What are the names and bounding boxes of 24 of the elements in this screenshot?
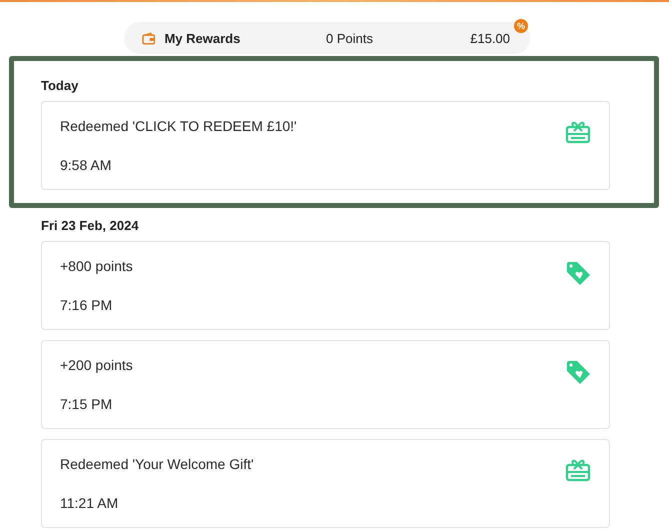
gift-card-icon [565, 458, 591, 482]
date-heading: Today [41, 78, 80, 93]
history-card[interactable]: Redeemed 'Your Welcome Gift' 11:21 AM [41, 439, 610, 528]
history-card[interactable]: +200 points 7:15 PM [41, 340, 610, 429]
date-heading: Fri 23 Feb, 2024 [41, 218, 140, 233]
wallet-icon [142, 32, 156, 44]
history-time: 11:21 AM [60, 495, 120, 511]
discount-badge: % [514, 19, 528, 33]
history-time: 7:16 PM [60, 297, 114, 313]
rewards-title: My Rewards [164, 30, 242, 46]
rewards-bar[interactable]: My Rewards 0 Points £15.00 % [124, 22, 530, 54]
history-title: +800 points [60, 258, 134, 274]
history-card[interactable]: +800 points 7:16 PM [41, 241, 610, 330]
heart-tag-icon [565, 260, 591, 286]
history-title: +200 points [60, 357, 134, 373]
history-time: 9:58 AM [60, 157, 112, 173]
points-count: 0 Points [326, 30, 374, 46]
history-title: Redeemed 'CLICK TO REDEEM £10!' [60, 118, 298, 134]
balance-amount: £15.00 [470, 30, 510, 46]
history-time: 7:15 PM [60, 396, 114, 412]
heart-tag-icon [565, 359, 591, 385]
history-card[interactable]: Redeemed 'CLICK TO REDEEM £10!' 9:58 AM [41, 101, 610, 190]
history-title: Redeemed 'Your Welcome Gift' [60, 456, 255, 472]
gift-card-icon [565, 120, 591, 144]
